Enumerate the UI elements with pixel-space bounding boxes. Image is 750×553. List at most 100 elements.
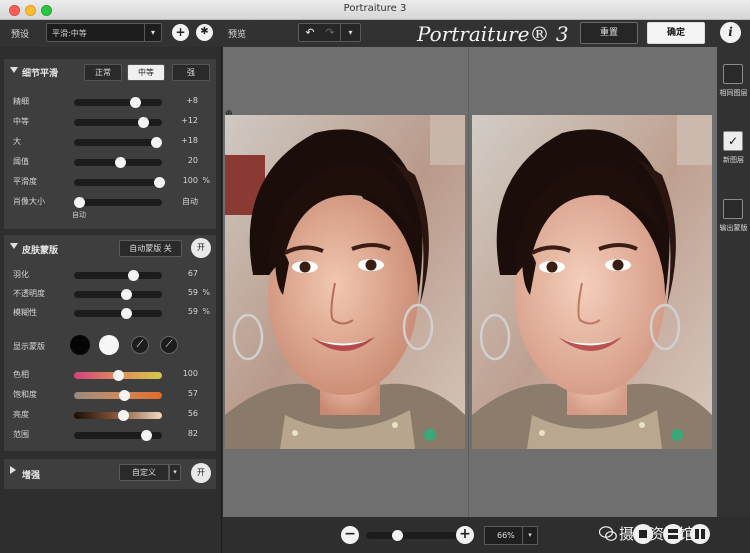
slider-track[interactable] <box>74 197 162 208</box>
chevron-down-icon: ▾ <box>144 24 161 41</box>
skin-mask-section: 皮肤蒙版 自动蒙版 关 开 羽化 67 不透明度 59% 模糊性 59% 显示蒙版 ⟋ ⟋… <box>4 235 216 451</box>
slider-value: +18 <box>181 136 198 145</box>
zoom-level-value: 66% <box>497 531 515 540</box>
ok-button[interactable]: 确定 <box>647 22 705 44</box>
redo-icon[interactable]: ↷ <box>320 24 340 41</box>
slider-track[interactable] <box>74 390 162 401</box>
settings-panel: 细节平滑 正常 中等 强 精细 +8 中等 +12 大 +18 阈值 20 平滑度 100% 肖像大… <box>0 47 222 553</box>
undo-icon[interactable]: ↶ <box>300 24 320 41</box>
zoom-in-button[interactable]: + <box>456 526 474 544</box>
slider-thumb[interactable] <box>113 370 124 381</box>
slider-track[interactable] <box>74 177 166 188</box>
slider-thumb[interactable] <box>137 117 149 128</box>
enhance-on-button[interactable]: 开 <box>191 463 211 483</box>
gear-icon[interactable]: ✱ <box>196 24 213 41</box>
compare-divider[interactable] <box>468 47 469 517</box>
slider-row: 羽化 67 <box>4 265 216 285</box>
slider-thumb[interactable] <box>127 270 139 281</box>
checkmark-icon: ✓ <box>727 134 739 148</box>
zoom-slider[interactable] <box>366 530 458 541</box>
slider-track[interactable] <box>74 97 162 108</box>
white-mask-swatch[interactable] <box>99 335 119 355</box>
black-mask-swatch[interactable] <box>70 335 90 355</box>
single-view-button[interactable] <box>633 524 653 544</box>
chevron-down-icon: ▾ <box>522 527 537 544</box>
slider-unit: % <box>202 288 210 297</box>
slider-row: 中等 +12 <box>4 112 216 132</box>
reset-button[interactable]: 重置 <box>580 22 638 44</box>
single-view-icon <box>639 530 647 538</box>
split-horizontal-button[interactable] <box>663 524 683 544</box>
output-mask-checkbox[interactable] <box>723 199 743 219</box>
chevron-down-icon[interactable]: ▾ <box>340 24 360 41</box>
slider-thumb[interactable] <box>120 308 132 319</box>
slider-track[interactable] <box>74 410 162 421</box>
slider-label: 大 <box>13 137 21 146</box>
slider-thumb[interactable] <box>141 430 153 441</box>
slider-track[interactable] <box>74 370 162 381</box>
slider-label: 模糊性 <box>13 308 37 317</box>
skin-mask-header[interactable]: 皮肤蒙版 自动蒙版 关 开 <box>4 235 216 259</box>
auto-mask-button[interactable]: 自动蒙版 关 <box>119 240 182 257</box>
slider-value: 57 <box>187 389 198 398</box>
slider-row: 肖像大小 自动 <box>4 192 216 212</box>
processed-photo[interactable] <box>472 115 712 449</box>
slider-thumb[interactable] <box>154 177 166 188</box>
slider-thumb[interactable] <box>129 97 141 108</box>
enhance-section: 增强 自定义 ▾ 开 <box>4 459 216 489</box>
slider-track[interactable] <box>74 117 162 128</box>
slider-thumb[interactable] <box>114 157 126 168</box>
slider-track[interactable] <box>74 308 162 319</box>
slider-value: 82 <box>187 429 198 438</box>
toolbar: 预设 平滑:中等 ▾ + ✱ 预览 ↶ ↷ ▾ Portraiture® 3 重… <box>0 20 750 47</box>
slider-value: 自动 <box>182 197 198 206</box>
slider-value: 59 <box>187 307 198 316</box>
slider-row: 不透明度 59% <box>4 284 216 304</box>
slider-label: 羽化 <box>13 270 29 279</box>
slider-track[interactable] <box>74 430 162 441</box>
chevron-down-icon[interactable]: ▾ <box>169 464 181 481</box>
enhance-header[interactable]: 增强 自定义 ▾ 开 <box>4 459 216 483</box>
slider-thumb[interactable] <box>118 410 130 421</box>
window-titlebar: Portraiture 3 <box>0 0 750 20</box>
slider-label: 饱和度 <box>13 390 37 399</box>
add-preset-button[interactable]: + <box>172 24 189 41</box>
enhance-custom-select[interactable]: 自定义 <box>119 464 169 481</box>
slider-thumb[interactable] <box>150 137 162 148</box>
slider-value: 20 <box>187 156 198 165</box>
slider-row: 亮度 56 <box>4 405 216 425</box>
slider-label: 肖像大小 <box>13 197 45 206</box>
slider-thumb[interactable] <box>120 289 132 300</box>
same-layer-checkbox[interactable] <box>723 64 743 84</box>
mode-normal-button[interactable]: 正常 <box>84 64 122 81</box>
preview-area[interactable]: ⊕ <box>223 47 717 517</box>
slider-value: 56 <box>187 409 198 418</box>
zoom-out-button[interactable]: − <box>341 526 359 544</box>
preset-value: 平滑:中等 <box>52 29 87 38</box>
split-vertical-button[interactable] <box>690 524 710 544</box>
slider-track[interactable] <box>74 157 162 168</box>
slider-thumb[interactable] <box>74 197 86 208</box>
new-layer-label: 新图层 <box>723 156 744 164</box>
slider-thumb[interactable] <box>119 390 131 401</box>
zoom-slider-thumb[interactable] <box>392 530 404 541</box>
info-icon[interactable]: i <box>720 22 741 43</box>
mode-medium-button[interactable]: 中等 <box>127 64 165 81</box>
slider-track[interactable] <box>74 270 162 281</box>
slider-label: 范围 <box>13 430 29 439</box>
detail-smoothing-header[interactable]: 细节平滑 正常 中等 强 <box>4 59 216 83</box>
slider-value: +12 <box>181 116 198 125</box>
detail-smoothing-section: 细节平滑 正常 中等 强 精细 +8 中等 +12 大 +18 阈值 20 平滑度 100% 肖像大… <box>4 59 216 229</box>
slider-value: 100 <box>182 176 198 185</box>
skin-mask-on-button[interactable]: 开 <box>191 238 211 258</box>
eyedropper-icon[interactable]: ⟋ <box>131 336 149 354</box>
preset-select[interactable]: 平滑:中等 ▾ <box>46 23 162 42</box>
zoom-level-select[interactable]: 66% ▾ <box>484 526 538 545</box>
slider-track[interactable] <box>74 137 162 148</box>
original-photo[interactable] <box>225 115 465 449</box>
eyedropper-add-icon[interactable]: ⟋ <box>160 336 178 354</box>
new-layer-checkbox[interactable]: ✓ <box>723 131 743 151</box>
slider-track[interactable] <box>74 289 162 300</box>
mode-strong-button[interactable]: 强 <box>172 64 210 81</box>
show-mask-label: 显示蒙版 <box>13 342 45 351</box>
